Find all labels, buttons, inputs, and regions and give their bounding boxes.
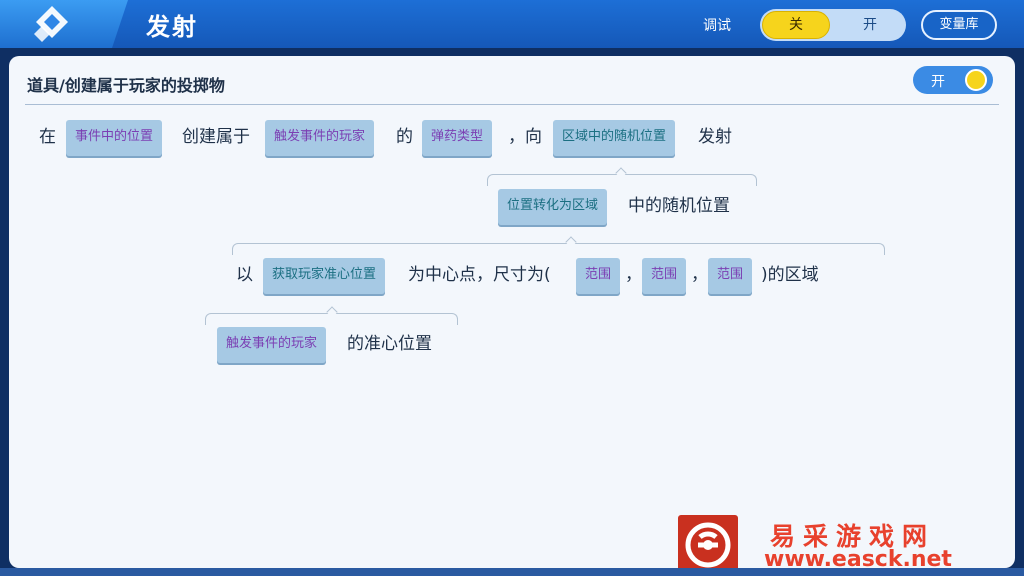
row3-text-with: 以 xyxy=(236,265,253,285)
row1-text-create: 创建属于 xyxy=(182,127,250,147)
row1-text-fire: 发射 xyxy=(698,127,732,147)
row3-text-region: )的区域 xyxy=(761,265,819,285)
row1-text-of: 的 xyxy=(396,127,413,147)
row1-text-at: 在 xyxy=(39,127,56,147)
panel-enable-toggle[interactable]: 开 xyxy=(913,66,993,94)
row4-text: 的准心位置 xyxy=(347,334,432,354)
row3-comma: ， xyxy=(691,265,708,285)
variable-library-button[interactable]: 变量库 xyxy=(921,10,997,40)
top-bar: 发射 调试 关 开 变量库 xyxy=(0,0,1024,48)
row1-text-toward: ，向 xyxy=(508,127,542,147)
param-range-x[interactable]: 范围 xyxy=(576,258,621,294)
param-trigger-player[interactable]: 触发事件的玩家 xyxy=(265,120,375,156)
param-range-z[interactable]: 范围 xyxy=(708,258,753,294)
row2-text: 中的随机位置 xyxy=(628,196,730,216)
param-event-position[interactable]: 事件中的位置 xyxy=(66,120,163,156)
panel-toggle-label: 开 xyxy=(931,74,945,90)
row3-comma: ， xyxy=(625,265,642,285)
back-button[interactable] xyxy=(0,0,128,48)
row3-text-center: 为中心点，尺寸为( xyxy=(408,265,551,285)
panel-title: 道具/创建属于玩家的投掷物 xyxy=(27,76,225,95)
divider xyxy=(25,104,999,105)
easck-logo-icon xyxy=(678,515,738,575)
param-range-y[interactable]: 范围 xyxy=(642,258,687,294)
bottom-strip xyxy=(0,568,1024,576)
toggle-knob-icon xyxy=(965,69,987,91)
page-title: 发射 xyxy=(146,13,198,41)
param-position-to-region[interactable]: 位置转化为区域 xyxy=(498,189,608,225)
param-ammo-type[interactable]: 弹药类型 xyxy=(422,120,493,156)
param-player-crosshair-position[interactable]: 获取玩家准心位置 xyxy=(263,258,386,294)
debug-toggle[interactable]: 关 开 xyxy=(760,9,906,41)
param-random-position-in-region[interactable]: 区域中的随机位置 xyxy=(553,120,676,156)
param-trigger-player[interactable]: 触发事件的玩家 xyxy=(217,327,327,363)
debug-label: 调试 xyxy=(703,18,731,34)
debug-off-option[interactable]: 关 xyxy=(762,11,830,39)
nesting-bracket xyxy=(232,243,885,255)
debug-on-option[interactable]: 开 xyxy=(840,11,900,39)
back-diamond-icon xyxy=(34,6,68,42)
